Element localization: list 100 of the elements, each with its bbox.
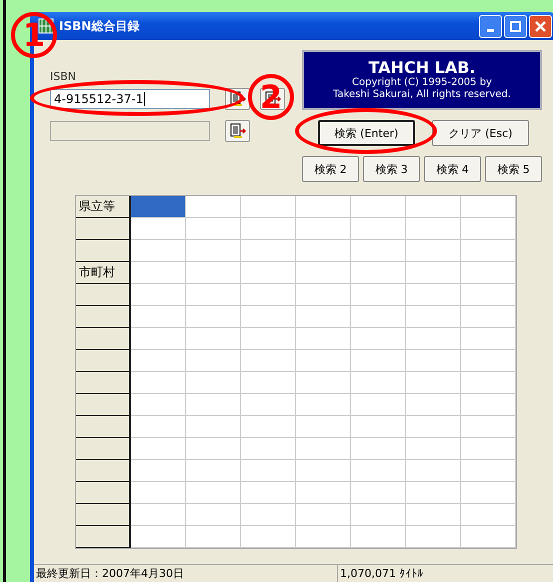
grid-cell[interactable]	[461, 394, 516, 416]
grid-cell[interactable]	[131, 438, 186, 460]
grid-cell[interactable]	[186, 350, 241, 372]
grid-cell[interactable]	[131, 504, 186, 526]
grid-cell[interactable]	[351, 284, 406, 306]
grid-cell[interactable]	[406, 328, 461, 350]
grid-cell[interactable]	[296, 196, 351, 218]
grid-cell[interactable]	[131, 240, 186, 262]
grid-cell[interactable]	[186, 394, 241, 416]
grid-cell[interactable]	[406, 240, 461, 262]
grid-cell[interactable]	[131, 416, 186, 438]
grid-cell[interactable]	[461, 196, 516, 218]
grid-cell[interactable]	[351, 504, 406, 526]
grid-cell[interactable]	[461, 482, 516, 504]
grid-cell[interactable]	[186, 526, 241, 548]
grid-cell[interactable]	[406, 350, 461, 372]
grid-cell[interactable]	[186, 482, 241, 504]
grid-cell[interactable]	[186, 240, 241, 262]
grid-cell[interactable]	[296, 394, 351, 416]
grid-cell[interactable]	[241, 196, 296, 218]
search-button[interactable]: 検索 3	[363, 156, 420, 182]
grid-cell[interactable]	[296, 262, 351, 284]
grid-cell[interactable]	[461, 416, 516, 438]
grid-cell[interactable]	[406, 262, 461, 284]
grid-cell[interactable]	[131, 306, 186, 328]
grid-cell[interactable]	[131, 482, 186, 504]
isbn-input-field[interactable]: 4-915512-37-1	[50, 89, 210, 109]
grid-cell[interactable]	[186, 262, 241, 284]
grid-cell[interactable]	[461, 240, 516, 262]
grid-cell[interactable]	[186, 438, 241, 460]
grid-cell[interactable]	[131, 372, 186, 394]
grid-cell[interactable]	[461, 218, 516, 240]
grid-cell[interactable]	[351, 218, 406, 240]
grid-cell[interactable]	[461, 306, 516, 328]
grid-cell[interactable]	[296, 460, 351, 482]
grid-cell[interactable]	[351, 438, 406, 460]
grid-cell[interactable]	[131, 328, 186, 350]
grid-cell[interactable]	[186, 372, 241, 394]
grid-cell[interactable]	[461, 372, 516, 394]
grid-cell[interactable]	[131, 460, 186, 482]
grid-cell[interactable]	[461, 504, 516, 526]
grid-cell[interactable]	[241, 306, 296, 328]
grid-cell[interactable]	[351, 394, 406, 416]
grid-cell[interactable]	[131, 350, 186, 372]
grid-cell[interactable]	[131, 196, 186, 218]
close-button[interactable]	[529, 14, 552, 38]
grid-cell[interactable]	[351, 372, 406, 394]
grid-cell[interactable]	[131, 526, 186, 548]
grid-cell[interactable]	[406, 504, 461, 526]
grid-cell[interactable]	[296, 328, 351, 350]
grid-cell[interactable]	[296, 284, 351, 306]
grid-cell[interactable]	[241, 460, 296, 482]
grid-cell[interactable]	[241, 482, 296, 504]
grid-cell[interactable]	[406, 372, 461, 394]
grid-cell[interactable]	[186, 460, 241, 482]
grid-cell[interactable]	[406, 482, 461, 504]
clear-button[interactable]: クリア (Esc)	[432, 120, 529, 146]
grid-cell[interactable]	[241, 526, 296, 548]
grid-cell[interactable]	[461, 262, 516, 284]
grid-cell[interactable]	[461, 438, 516, 460]
grid-cell[interactable]	[296, 218, 351, 240]
grid-cell[interactable]	[406, 394, 461, 416]
grid-cell[interactable]	[186, 504, 241, 526]
grid-cell[interactable]	[406, 218, 461, 240]
grid-cell[interactable]	[296, 438, 351, 460]
grid-cell[interactable]	[406, 526, 461, 548]
grid-cell[interactable]	[296, 306, 351, 328]
grid-cell[interactable]	[241, 416, 296, 438]
grid-cell[interactable]	[241, 504, 296, 526]
grid-cell[interactable]	[241, 284, 296, 306]
grid-cell[interactable]	[241, 394, 296, 416]
document-arrow-icon-button[interactable]	[225, 120, 250, 142]
grid-cell[interactable]	[296, 416, 351, 438]
grid-cell[interactable]	[131, 284, 186, 306]
grid-cell[interactable]	[241, 372, 296, 394]
grid-cell[interactable]	[296, 526, 351, 548]
grid-cell[interactable]	[241, 218, 296, 240]
grid-cell[interactable]	[351, 460, 406, 482]
search-button[interactable]: 検索 2	[302, 156, 359, 182]
grid-cell[interactable]	[351, 328, 406, 350]
grid-cell[interactable]	[241, 438, 296, 460]
grid-cell[interactable]	[461, 284, 516, 306]
search-button[interactable]: 検索 5	[485, 156, 542, 182]
grid-cell[interactable]	[406, 460, 461, 482]
grid-cell[interactable]	[351, 240, 406, 262]
grid-cell[interactable]	[406, 196, 461, 218]
grid-cell[interactable]	[351, 196, 406, 218]
grid-cell[interactable]	[186, 284, 241, 306]
grid-cell[interactable]	[131, 394, 186, 416]
grid-cell[interactable]	[241, 262, 296, 284]
grid-cell[interactable]	[186, 306, 241, 328]
grid-cell[interactable]	[406, 284, 461, 306]
search-button[interactable]: 検索 (Enter)	[318, 120, 415, 146]
grid-cell[interactable]	[406, 306, 461, 328]
grid-cell[interactable]	[351, 416, 406, 438]
grid-cell[interactable]	[351, 306, 406, 328]
grid-cell[interactable]	[296, 482, 351, 504]
grid-cell[interactable]	[241, 240, 296, 262]
grid-cell[interactable]	[461, 460, 516, 482]
maximize-button[interactable]	[504, 14, 527, 38]
